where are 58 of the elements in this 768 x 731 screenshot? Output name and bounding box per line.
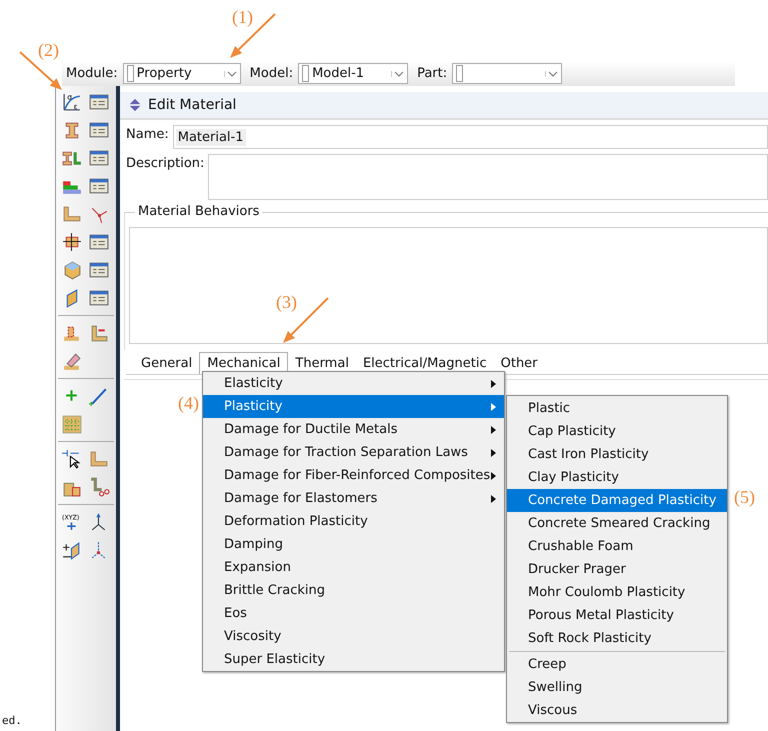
crosshair-icon[interactable] [61,231,83,253]
submenu-arrow-icon [491,472,496,480]
menu-item[interactable]: Damage for Elastomers [203,487,504,510]
name-label: Name: [126,126,169,144]
callout-number: (2) [38,40,59,61]
callout-number: (4) [178,393,199,414]
menu-item[interactable]: Plastic [507,397,727,420]
name-field[interactable]: Material-1 [172,125,768,149]
menu-item[interactable]: Deformation Plasticity [203,510,504,533]
callout-number: (1) [232,7,253,28]
combo-label: Part: [417,66,448,81]
menu-item[interactable]: Brittle Cracking [203,579,504,602]
tab[interactable]: Other [494,353,545,374]
tab[interactable]: Electrical/Magnetic [356,353,494,374]
description-label: Description: [126,155,204,173]
menu-item[interactable]: Damping [203,533,504,556]
menu-item[interactable]: Viscosity [203,625,504,648]
console-text: ed. [1,714,22,729]
combo-box[interactable] [452,63,562,84]
callout-number: (3) [276,292,297,313]
menu-item[interactable]: Drucker Prager [507,558,727,581]
menu-item[interactable]: Porous Metal Plasticity [507,604,727,627]
menu-item[interactable]: Creep [507,653,727,676]
submenu-arrow-icon [491,426,496,434]
menu-item[interactable]: Viscous [507,699,727,722]
combo-box[interactable]: Model-1 [298,63,408,84]
combo-label: Module: [66,66,118,81]
menu-item[interactable]: Mohr Coulomb Plasticity [507,581,727,604]
cursor-icon[interactable] [61,448,83,470]
menu-item[interactable]: Super Elasticity [203,648,504,671]
tab[interactable]: Thermal [288,353,356,374]
menu-item[interactable]: Damage for Ductile Metals [203,418,504,441]
menu-item[interactable]: Cast Iron Plasticity [507,443,727,466]
description-field[interactable] [208,154,768,200]
menu-item[interactable]: Damage for Fiber-Reinforced Composites [203,464,504,487]
menu-item[interactable]: Eos [203,602,504,625]
callout-number: (5) [734,487,755,508]
combo-box[interactable]: Property [122,63,241,84]
menu-item[interactable]: Crushable Foam [507,535,727,558]
menu-item[interactable]: Swelling [507,676,727,699]
submenu-arrow-icon [491,402,496,410]
submenu-arrow-icon [491,448,496,456]
submenu-arrow-icon [491,494,496,502]
menu-item[interactable]: Elasticity [203,372,504,395]
tab[interactable]: General [134,353,200,374]
menu-item[interactable]: Soft Rock Plasticity [507,627,727,650]
menu-item[interactable]: Expansion [203,556,504,579]
submenu-arrow-icon [491,380,496,388]
menu-item[interactable]: Concrete Smeared Cracking [507,512,727,535]
menu-item[interactable]: Concrete Damaged Plasticity [507,489,727,512]
menu-item[interactable]: Cap Plasticity [507,420,727,443]
menu-item[interactable]: Damage for Traction Separation Laws [203,441,504,464]
grid-icon[interactable] [61,413,83,435]
move-arrows-icon [128,98,142,112]
dialog-title: Edit Material [148,97,236,113]
combo-label: Model: [250,66,294,81]
menu-item[interactable]: Clay Plasticity [507,466,727,489]
menu-item[interactable]: Plasticity [203,395,504,418]
